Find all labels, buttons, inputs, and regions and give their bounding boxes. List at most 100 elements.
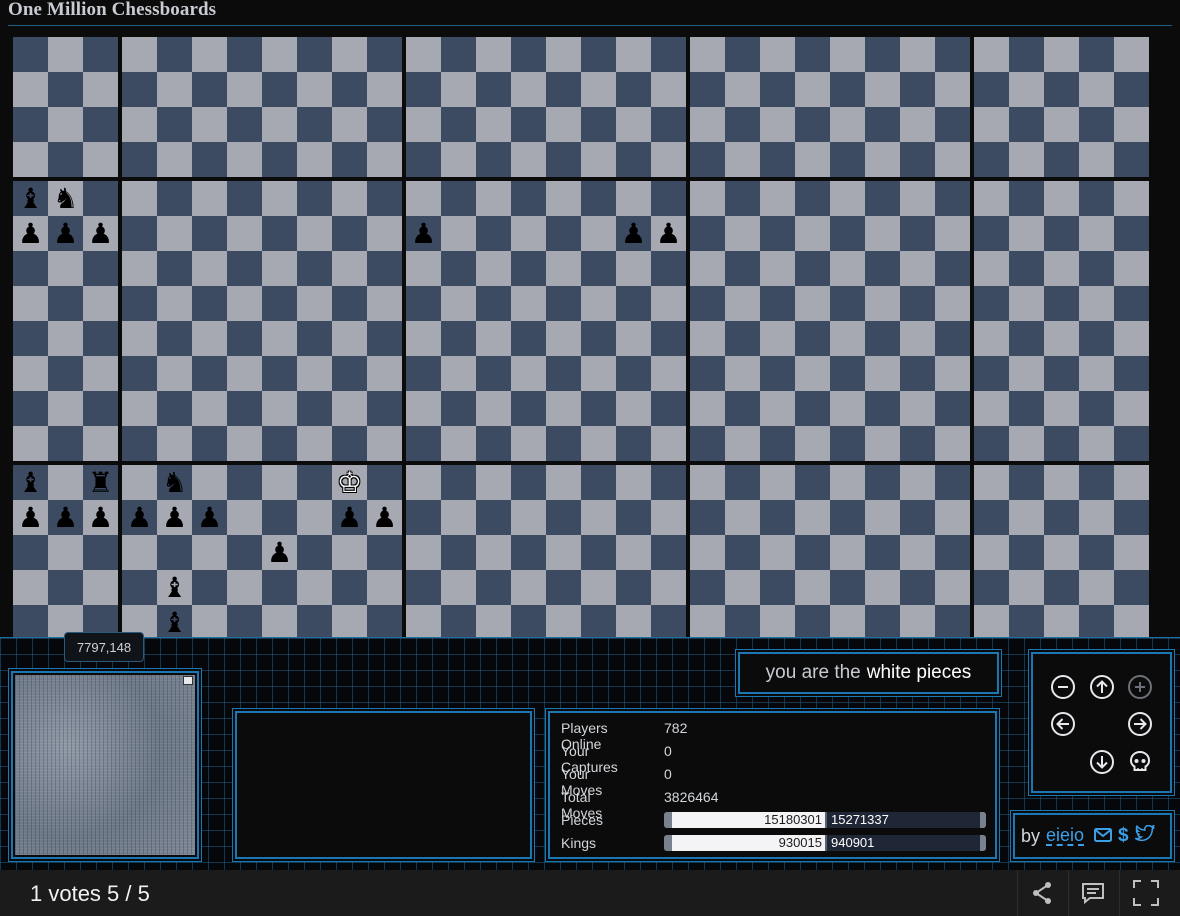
chessboard[interactable]: ♟ ♟ ♟ — [406, 181, 686, 461]
board-square[interactable] — [760, 321, 795, 356]
board-square[interactable] — [546, 216, 581, 251]
board-square[interactable] — [651, 426, 686, 461]
board-square[interactable] — [192, 181, 227, 216]
board-square[interactable] — [581, 465, 616, 500]
board-square[interactable] — [367, 356, 402, 391]
chessboard[interactable] — [974, 37, 1149, 177]
board-square[interactable] — [616, 286, 651, 321]
board-square[interactable] — [83, 181, 118, 216]
board-square[interactable] — [157, 216, 192, 251]
board-square[interactable] — [690, 465, 725, 500]
board-square[interactable] — [476, 570, 511, 605]
board-square[interactable] — [935, 426, 970, 461]
share-icon[interactable] — [1027, 878, 1057, 908]
board-square[interactable] — [1009, 286, 1044, 321]
board-square[interactable] — [297, 391, 332, 426]
plus-circle-icon[interactable] — [1127, 674, 1153, 700]
board-square[interactable] — [406, 426, 441, 461]
board-square[interactable] — [511, 142, 546, 177]
board-square[interactable] — [406, 605, 441, 637]
board-square[interactable] — [48, 570, 83, 605]
board-square[interactable] — [616, 465, 651, 500]
board-square[interactable] — [511, 321, 546, 356]
arrow-down-icon[interactable] — [1089, 749, 1115, 775]
board-square[interactable] — [651, 465, 686, 500]
board-square[interactable] — [725, 72, 760, 107]
board-square[interactable] — [227, 286, 262, 321]
board-square[interactable] — [227, 465, 262, 500]
board-square[interactable] — [476, 72, 511, 107]
board-square[interactable] — [1044, 500, 1079, 535]
board-square[interactable] — [865, 465, 900, 500]
board-square[interactable] — [1079, 286, 1114, 321]
board-square[interactable] — [367, 216, 402, 251]
board-square[interactable] — [192, 426, 227, 461]
board-square[interactable] — [1114, 72, 1149, 107]
board-square[interactable] — [865, 500, 900, 535]
board-square[interactable] — [511, 251, 546, 286]
board-square[interactable] — [1079, 251, 1114, 286]
black-knight-piece[interactable]: ♞ — [157, 465, 192, 500]
board-square[interactable] — [192, 286, 227, 321]
board-square[interactable] — [900, 37, 935, 72]
board-square[interactable] — [262, 37, 297, 72]
board-square[interactable] — [122, 426, 157, 461]
board-square[interactable] — [900, 570, 935, 605]
board-square[interactable] — [367, 465, 402, 500]
board-square[interactable] — [546, 37, 581, 72]
board-square[interactable] — [262, 465, 297, 500]
board-square[interactable] — [690, 37, 725, 72]
minimap[interactable] — [11, 671, 199, 859]
board-square[interactable] — [690, 356, 725, 391]
board-square[interactable] — [48, 107, 83, 142]
board-square[interactable] — [476, 142, 511, 177]
black-pawn-piece[interactable]: ♟ — [83, 500, 118, 535]
board-square[interactable] — [367, 535, 402, 570]
board-square[interactable] — [227, 391, 262, 426]
board-square[interactable] — [830, 535, 865, 570]
board-square[interactable] — [865, 286, 900, 321]
board-square[interactable] — [900, 251, 935, 286]
board-square[interactable] — [367, 181, 402, 216]
board-square[interactable] — [297, 426, 332, 461]
board-square[interactable] — [297, 605, 332, 637]
board-square[interactable] — [690, 286, 725, 321]
board-square[interactable] — [406, 251, 441, 286]
board-square[interactable] — [1009, 107, 1044, 142]
board-square[interactable] — [546, 181, 581, 216]
board-square[interactable] — [122, 142, 157, 177]
board-square[interactable] — [581, 72, 616, 107]
black-pawn-piece[interactable]: ♟ — [192, 500, 227, 535]
board-square[interactable] — [974, 216, 1009, 251]
board-square[interactable] — [581, 216, 616, 251]
board-square[interactable] — [297, 500, 332, 535]
board-square[interactable] — [974, 426, 1009, 461]
chessboard[interactable]: ♝ ♜ ♟ ♟ ♟ — [13, 465, 118, 637]
board-square[interactable] — [900, 216, 935, 251]
board-square[interactable] — [83, 426, 118, 461]
board-square[interactable] — [725, 391, 760, 426]
board-square[interactable] — [1009, 605, 1044, 637]
board-square[interactable] — [227, 107, 262, 142]
black-pawn-piece[interactable]: ♟ — [13, 500, 48, 535]
board-square[interactable] — [865, 321, 900, 356]
board-square[interactable] — [476, 216, 511, 251]
board-square[interactable] — [935, 181, 970, 216]
board-square[interactable] — [476, 465, 511, 500]
board-square[interactable] — [651, 251, 686, 286]
board-square[interactable] — [795, 535, 830, 570]
board-square[interactable] — [725, 535, 760, 570]
board-square[interactable] — [192, 321, 227, 356]
board-square[interactable] — [476, 37, 511, 72]
board-square[interactable] — [297, 142, 332, 177]
board-square[interactable] — [511, 391, 546, 426]
dollar-icon[interactable]: $ — [1118, 825, 1129, 847]
board-square[interactable] — [367, 107, 402, 142]
minimap-image[interactable] — [15, 675, 195, 855]
chessboard[interactable] — [690, 37, 970, 177]
board-square[interactable] — [367, 426, 402, 461]
board-square[interactable] — [616, 500, 651, 535]
board-square[interactable] — [441, 356, 476, 391]
board-square[interactable] — [1114, 356, 1149, 391]
board-square[interactable] — [83, 535, 118, 570]
